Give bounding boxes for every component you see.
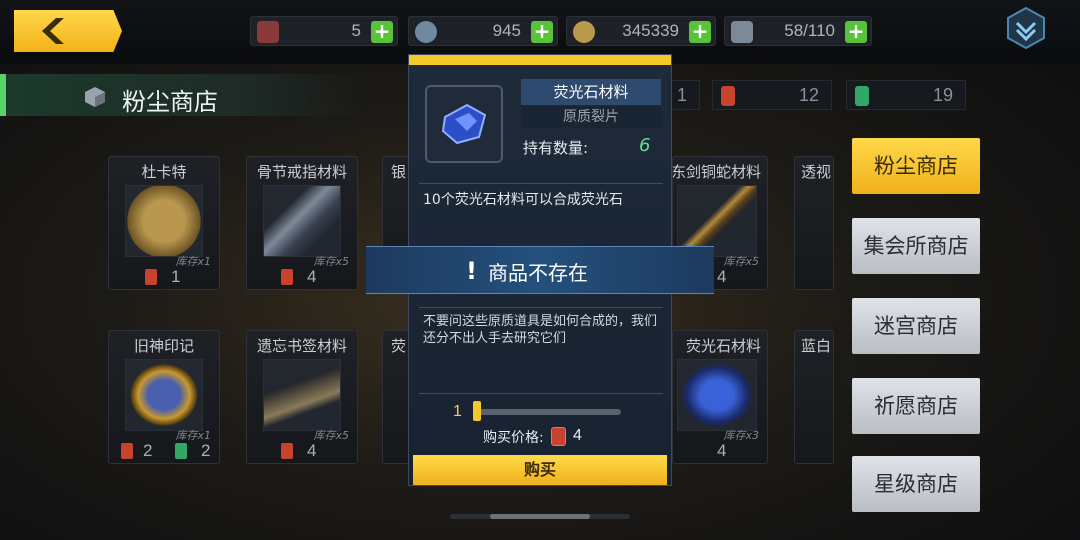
card-name: 蓝白 (801, 337, 832, 355)
quantity-slider-track[interactable] (475, 409, 621, 415)
card-stock: 库存x5 (313, 429, 349, 442)
card-stock: 库存x5 (723, 255, 759, 268)
shop-title-bar: 粉尘商店 (0, 74, 360, 116)
exclamation-icon: ! (466, 257, 477, 285)
back-button[interactable] (14, 10, 122, 52)
red-dust-jar-icon (281, 443, 293, 459)
green-dust-jar-icon (175, 443, 187, 459)
resource-value: 58/110 (784, 21, 835, 40)
tab-dust-shop[interactable]: 粉尘商店 (852, 138, 980, 194)
item-flavor-desc: 不要问这些原质道具是如何合成的，我们还分不出人手去研究它们 (423, 314, 658, 346)
shop-card[interactable]: 蓝白 (794, 330, 834, 464)
divider (419, 307, 663, 308)
resource-ticket: 5 + (250, 16, 398, 46)
gold-coin-icon (573, 21, 595, 43)
dust-currency-green: 19 (846, 80, 966, 110)
card-name: 骨节戒指材料 (256, 163, 347, 181)
owned-value: 6 (639, 135, 651, 156)
owned-label: 持有数量: (523, 139, 589, 157)
item-name: 荧光石材料 (521, 79, 661, 105)
tab-star-shop[interactable]: 星级商店 (852, 456, 980, 512)
fluorite-crystal-icon (441, 103, 487, 145)
shop-card[interactable]: 骨节戒指材料 库存x5 4 (246, 156, 358, 290)
resource-crystal: 945 + (408, 16, 558, 46)
resource-value: 945 (492, 21, 521, 40)
tab-gathering-shop[interactable]: 集会所商店 (852, 218, 980, 274)
resource-value: 345339 (622, 21, 679, 40)
title-stripe (0, 74, 6, 116)
card-cost: 2 (201, 441, 211, 460)
card-stock: 库存x3 (723, 429, 759, 442)
card-name: 荧光石材料 (685, 337, 761, 355)
toast-message: 商品不存在 (488, 261, 588, 285)
cube-icon (85, 87, 105, 107)
card-cost: 1 (171, 267, 181, 286)
page-scroll-indicator (450, 514, 630, 519)
card-cost: 4 (717, 441, 727, 460)
buy-button[interactable]: 购买 (413, 455, 667, 485)
chevron-down-icon (1007, 6, 1045, 50)
card-name: 旧神印记 (133, 337, 194, 355)
card-cost: 4 (307, 441, 317, 460)
add-crystal-button[interactable]: + (531, 21, 553, 43)
red-dust-jar-icon (551, 427, 566, 446)
card-cost: 2 (143, 441, 153, 460)
resource-gold: 345339 + (566, 16, 716, 46)
error-toast: ! 商品不存在 (366, 246, 714, 294)
crystal-icon (415, 21, 437, 43)
resource-value: 5 (351, 21, 361, 40)
item-synthesis-desc: 10个荧光石材料可以合成荧光石 (423, 192, 623, 208)
quantity-value: 1 (453, 403, 462, 420)
card-cost: 4 (307, 267, 317, 286)
add-gold-button[interactable]: + (689, 21, 711, 43)
item-icon-frame (425, 85, 503, 163)
tab-maze-shop[interactable]: 迷宫商店 (852, 298, 980, 354)
stamina-capsule-icon (731, 21, 753, 43)
menu-button[interactable] (1004, 6, 1048, 50)
card-name: 遗忘书签材料 (256, 337, 347, 355)
dust-value: 1 (676, 85, 687, 105)
shop-card[interactable]: 透视 (794, 156, 834, 290)
red-dust-jar-icon (121, 443, 133, 459)
card-name: 杜卡特 (141, 163, 187, 181)
old-god-seal-icon (125, 359, 203, 431)
ticket-icon (257, 21, 279, 43)
dust-currency-red: 12 (712, 80, 832, 110)
shop-card[interactable]: 旧神印记 库存x1 2 2 (108, 330, 220, 464)
shop-card[interactable]: 荧光石材料 库存x3 4 (672, 330, 768, 464)
green-dust-jar-icon (855, 86, 869, 106)
card-name: 东剑铜蛇材料 (672, 163, 761, 181)
page-title: 粉尘商店 (122, 88, 218, 116)
red-dust-jar-icon (145, 269, 157, 285)
back-arrow-icon (42, 18, 64, 44)
shop-card[interactable]: 杜卡特 库存x1 1 (108, 156, 220, 290)
forgotten-bookmark-icon (263, 359, 341, 431)
fluorite-material-icon (677, 359, 757, 431)
divider (419, 183, 663, 184)
card-cost: 4 (717, 267, 727, 286)
add-stamina-button[interactable]: + (845, 21, 867, 43)
red-dust-jar-icon (281, 269, 293, 285)
dialog-top-strip (409, 55, 671, 65)
card-stock: 库存x1 (175, 255, 211, 268)
price-value: 4 (573, 427, 582, 444)
card-stock: 库存x5 (313, 255, 349, 268)
dust-value: 12 (798, 85, 819, 105)
price-label: 购买价格: (483, 430, 544, 446)
ducat-coin-icon (125, 185, 203, 257)
red-dust-jar-icon (721, 86, 735, 106)
bone-ring-material-icon (263, 185, 341, 257)
add-ticket-button[interactable]: + (371, 21, 393, 43)
shop-card[interactable]: 遗忘书签材料 库存x5 4 (246, 330, 358, 464)
tab-wish-shop[interactable]: 祈愿商店 (852, 378, 980, 434)
item-type: 原质裂片 (521, 106, 661, 128)
quantity-slider-handle[interactable] (473, 401, 481, 421)
divider (419, 393, 663, 394)
dust-value: 19 (932, 85, 953, 105)
resource-stamina: 58/110 + (724, 16, 872, 46)
card-name: 透视 (801, 163, 832, 181)
